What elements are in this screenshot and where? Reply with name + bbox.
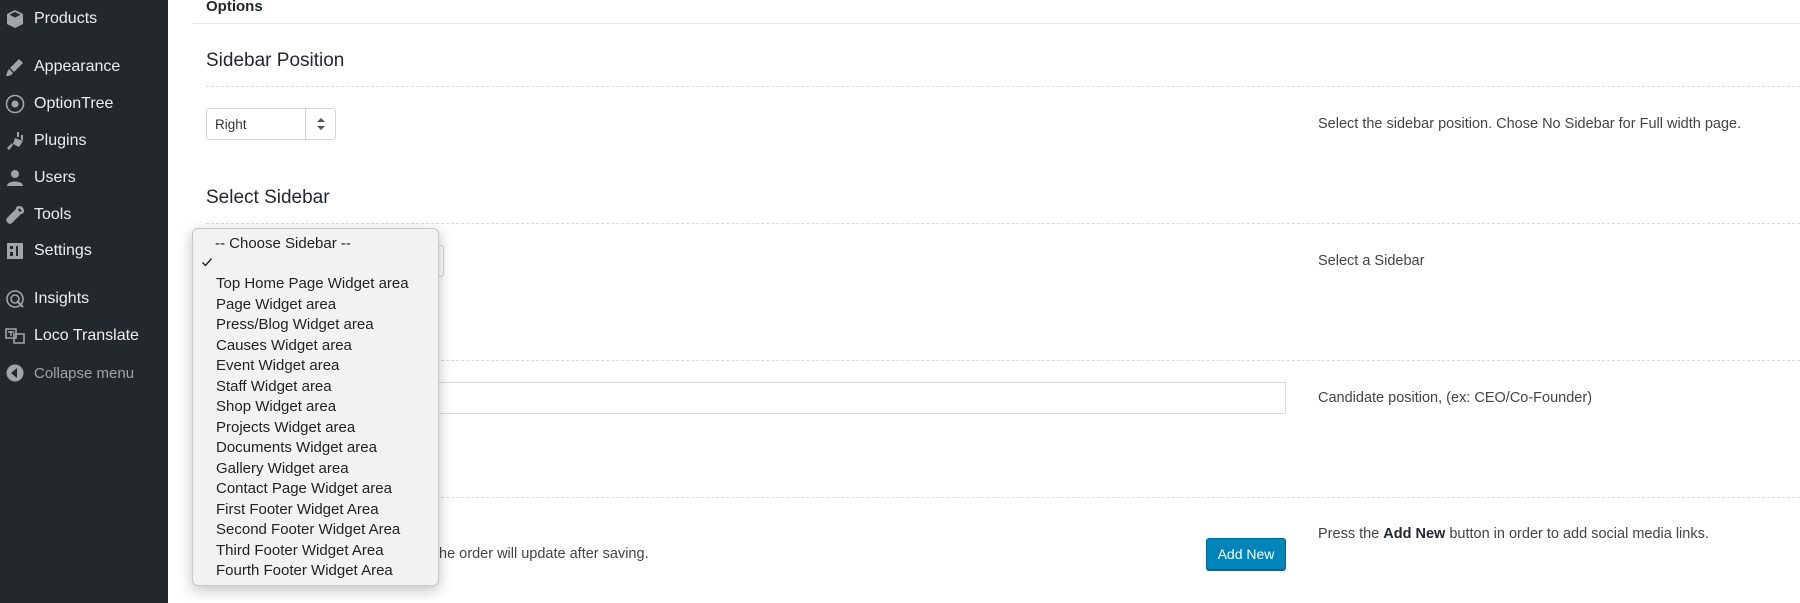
menu-item-label: Users (34, 169, 76, 186)
dropdown-option[interactable]: Projects Widget area (216, 418, 355, 438)
section-divider (206, 497, 1800, 498)
dropdown-option[interactable]: Causes Widget area (216, 336, 352, 356)
social-links-helper-text: the order will update after saving. (435, 546, 649, 562)
menu-item-label: Settings (34, 242, 92, 259)
collapse-arrow-icon (4, 362, 26, 384)
collapse-menu-button[interactable]: Collapse menu (0, 356, 168, 390)
menu-item-loco-translate[interactable]: Loco Translate (0, 319, 168, 353)
users-icon (4, 167, 26, 189)
sidebar-position-value: Right (215, 116, 247, 132)
dropdown-option[interactable]: Staff Widget area (216, 377, 332, 397)
menu-item-label: Loco Translate (34, 327, 139, 344)
desc-prefix: Press the (1318, 526, 1384, 542)
optiontree-icon (4, 93, 26, 115)
menu-item-label: Plugins (34, 132, 87, 149)
dropdown-option[interactable]: Documents Widget area (216, 438, 377, 458)
sidebar-position-select[interactable]: Right (206, 108, 336, 140)
section-divider (206, 223, 1800, 224)
dropdown-option[interactable]: Press/Blog Widget area (216, 315, 374, 335)
select-sidebar-description: Select a Sidebar (1318, 253, 1425, 269)
products-icon (4, 8, 26, 30)
add-new-button[interactable]: Add New (1206, 538, 1286, 570)
section-divider (206, 360, 1800, 361)
menu-item-settings[interactable]: Settings (0, 234, 168, 268)
options-panel-header: Options (192, 0, 1800, 24)
select-arrows-icon (305, 109, 335, 139)
dropdown-option[interactable]: Event Widget area (216, 356, 339, 376)
menu-item-label: Appearance (34, 58, 121, 75)
plugins-icon (4, 130, 26, 152)
desc-suffix: button in order to add social media link… (1445, 526, 1709, 542)
sidebar-position-title: Sidebar Position (206, 50, 345, 71)
admin-menu: Products Appearance OptionTree Plugins U… (0, 0, 168, 603)
dropdown-option[interactable]: First Footer Widget Area (216, 500, 379, 520)
insights-icon (4, 288, 26, 310)
menu-item-label: Tools (34, 206, 72, 223)
menu-item-label: Insights (34, 290, 90, 307)
menu-item-users[interactable]: Users (0, 161, 168, 195)
appearance-icon (4, 56, 26, 78)
menu-item-appearance[interactable]: Appearance (0, 50, 168, 84)
menu-item-label: Products (34, 10, 98, 27)
social-links-description: Press the Add New button in order to add… (1318, 526, 1709, 542)
tools-icon (4, 204, 26, 226)
settings-icon (4, 240, 26, 262)
menu-item-products[interactable]: Products (0, 2, 168, 36)
checkmark-icon (202, 258, 213, 267)
select-sidebar-title: Select Sidebar (206, 187, 330, 208)
select-sidebar-dropdown: -- Choose Sidebar -- Top Home Page Widge… (192, 228, 439, 586)
menu-item-optiontree[interactable]: OptionTree (0, 87, 168, 121)
loco-translate-icon (4, 325, 26, 347)
panel-title: Options (206, 0, 263, 15)
dropdown-option[interactable]: Second Footer Widget Area (216, 520, 400, 540)
dropdown-option[interactable]: Top Home Page Widget area (216, 274, 409, 294)
menu-item-tools[interactable]: Tools (0, 198, 168, 232)
sidebar-position-description: Select the sidebar position. Chose No Si… (1318, 116, 1742, 132)
dropdown-option[interactable]: Shop Widget area (216, 397, 336, 417)
collapse-menu-label: Collapse menu (34, 364, 135, 382)
desc-bold: Add New (1383, 526, 1446, 542)
section-divider (206, 86, 1800, 87)
dropdown-option[interactable]: Gallery Widget area (216, 459, 349, 479)
candidate-position-description: Candidate position, (ex: CEO/Co-Founder) (1318, 390, 1593, 406)
dropdown-option[interactable]: -- Choose Sidebar -- (215, 234, 351, 254)
menu-item-plugins[interactable]: Plugins (0, 124, 168, 158)
dropdown-option[interactable]: Fourth Footer Widget Area (216, 561, 393, 581)
dropdown-option[interactable]: Third Footer Widget Area (216, 541, 384, 561)
menu-item-label: OptionTree (34, 95, 114, 112)
menu-item-insights[interactable]: Insights (0, 282, 168, 316)
dropdown-option[interactable]: Contact Page Widget area (216, 479, 392, 499)
dropdown-option[interactable]: Page Widget area (216, 295, 336, 315)
